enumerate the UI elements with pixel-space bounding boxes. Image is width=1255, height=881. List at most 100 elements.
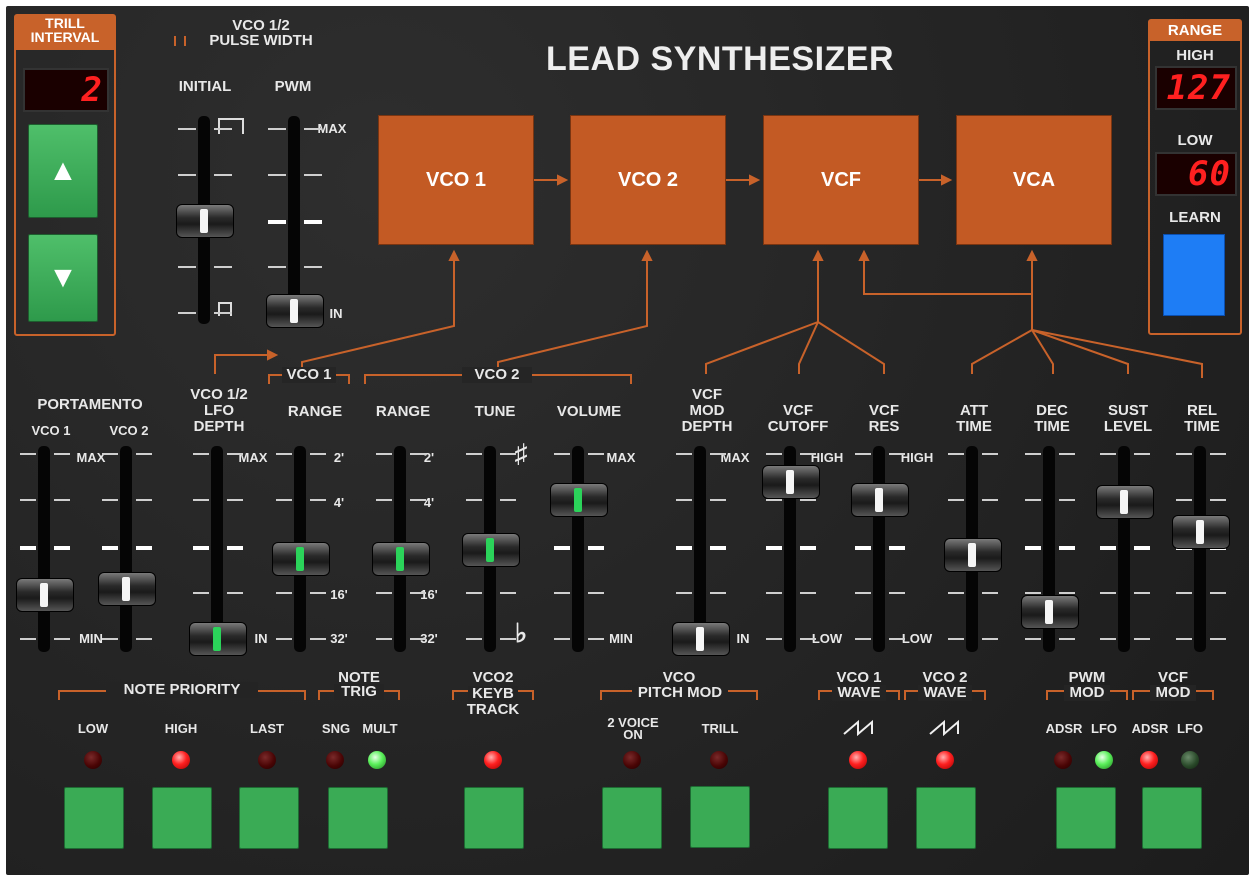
vcf-cutoff-label-1: VCF xyxy=(783,402,813,419)
slider-tick xyxy=(500,453,516,455)
slider-tick xyxy=(1059,592,1075,594)
slider-tick xyxy=(227,453,243,455)
slider-tick xyxy=(193,499,209,501)
note-priority-last-button[interactable] xyxy=(239,787,299,849)
slider-knob-pw_initial[interactable] xyxy=(176,204,234,238)
trill-header-line1: TRILL xyxy=(45,15,85,31)
slider-knob-sust_level[interactable] xyxy=(1096,484,1154,519)
vcf-mod-button[interactable] xyxy=(1142,787,1202,849)
note-priority-last-led xyxy=(258,751,276,769)
slider-knob-vco2_tune[interactable] xyxy=(462,533,520,567)
keyb-track-label-2: KEYB xyxy=(468,686,518,702)
up-arrow-icon: ▲ xyxy=(48,154,78,187)
module-vcf: VCF xyxy=(763,115,919,245)
vcf-mod-depth-label-2: MOD xyxy=(689,402,725,419)
slider-tick xyxy=(554,592,570,594)
pwm-mod-adsr-label: ADSR xyxy=(1045,721,1083,736)
slider-tick xyxy=(214,174,232,176)
vco2-tune-label: TUNE xyxy=(474,403,516,420)
pwm-mod-button[interactable] xyxy=(1056,787,1116,849)
slider-knob-vcf_mod_depth[interactable] xyxy=(672,622,730,656)
rel-time-label-1: REL xyxy=(1187,402,1217,419)
pw-initial-label: INITIAL xyxy=(178,78,232,95)
rel-time-label-2: TIME xyxy=(1184,418,1220,435)
pulse-width-bracket xyxy=(174,36,186,46)
slider-knob-att_time[interactable] xyxy=(944,538,1002,573)
sawtooth-icon xyxy=(843,719,873,736)
module-vco1: VCO 1 xyxy=(378,115,534,245)
slider-tick xyxy=(102,453,118,455)
slider-tick xyxy=(1025,453,1041,455)
two-voice-led xyxy=(623,751,641,769)
vco1-footage-32: 32' xyxy=(330,631,348,646)
slider-tick xyxy=(554,546,570,550)
note-trig-mult-label: MULT xyxy=(362,721,398,736)
trill-led xyxy=(710,751,728,769)
pw-in-label: IN xyxy=(329,306,343,321)
keyb-track-label-3: TRACK xyxy=(466,701,520,718)
slider-tick xyxy=(1176,592,1192,594)
vco1-wave-button[interactable] xyxy=(828,787,888,849)
slider-tick xyxy=(1176,499,1192,501)
keyb-track-button[interactable] xyxy=(464,787,524,849)
slider-tick xyxy=(466,499,482,501)
vco2-wave-label-2: WAVE xyxy=(918,685,972,701)
slider-tick xyxy=(227,546,243,550)
slider-tick xyxy=(500,592,516,594)
slider-tick xyxy=(268,266,286,268)
slider-knob-dec_time[interactable] xyxy=(1021,595,1079,630)
vcf-cutoff-label-2: CUTOFF xyxy=(767,418,829,435)
slider-tick xyxy=(800,638,816,640)
vco2-wave-button[interactable] xyxy=(916,787,976,849)
vco2-volume-label: VOLUME xyxy=(556,403,622,420)
down-arrow-icon: ▼ xyxy=(48,261,78,294)
note-priority-last-label: LAST xyxy=(250,721,284,736)
pulse-width-title-2: PULSE WIDTH xyxy=(209,32,313,49)
slider-knob-vco2_volume[interactable] xyxy=(550,483,608,518)
lfo-depth-label-2: LFO xyxy=(204,402,234,419)
trill-up-button[interactable]: ▲ xyxy=(28,124,98,218)
slider-track-portamento_vco2 xyxy=(120,446,132,652)
slider-tick xyxy=(676,546,692,550)
slider-knob-portamento_vco2[interactable] xyxy=(98,572,156,607)
slider-knob-vcf_res[interactable] xyxy=(851,483,909,518)
slider-tick xyxy=(1100,546,1116,550)
slider-knob-lfo_depth[interactable] xyxy=(189,622,247,656)
slider-tick xyxy=(466,453,482,455)
range-learn-label: LEARN xyxy=(1169,209,1221,226)
trill-down-button[interactable]: ▼ xyxy=(28,234,98,322)
slider-track-pw_pwm xyxy=(288,116,300,324)
slider-knob-portamento_vco1[interactable] xyxy=(16,577,74,612)
slider-knob-vcf_cutoff[interactable] xyxy=(762,465,820,500)
slider-tick xyxy=(800,453,816,455)
slider-tick xyxy=(178,266,196,268)
slider-tick xyxy=(276,592,292,594)
vcf-mod-label-2: MOD xyxy=(1150,685,1196,701)
slider-tick xyxy=(376,638,392,640)
slider-tick xyxy=(304,174,322,176)
slider-knob-vco2_range[interactable] xyxy=(372,541,430,576)
note-priority-high-button[interactable] xyxy=(152,787,212,849)
trill-interval-display: 2 xyxy=(23,68,109,112)
vcf-mod-adsr-led xyxy=(1140,751,1158,769)
slider-knob-pw_pwm[interactable] xyxy=(266,294,324,328)
note-priority-low-button[interactable] xyxy=(64,787,124,849)
trill-button[interactable] xyxy=(690,786,750,848)
slider-track-vco2_volume xyxy=(572,446,584,652)
slider-tick xyxy=(102,499,118,501)
slider-tick xyxy=(676,453,692,455)
slider-tick xyxy=(102,546,118,550)
slider-knob-vco1_range[interactable] xyxy=(272,541,330,576)
slider-tick xyxy=(20,546,36,550)
slider-tick xyxy=(227,592,243,594)
slider-tick xyxy=(102,638,118,640)
slider-tick xyxy=(178,174,196,176)
note-trig-button[interactable] xyxy=(328,787,388,849)
learn-button[interactable] xyxy=(1163,234,1225,316)
slider-tick xyxy=(1059,499,1075,501)
slider-tick xyxy=(410,638,426,640)
two-voice-button[interactable] xyxy=(602,787,662,849)
slider-knob-rel_time[interactable] xyxy=(1172,515,1230,550)
note-priority-high-led xyxy=(172,751,190,769)
slider-tick xyxy=(1059,546,1075,550)
